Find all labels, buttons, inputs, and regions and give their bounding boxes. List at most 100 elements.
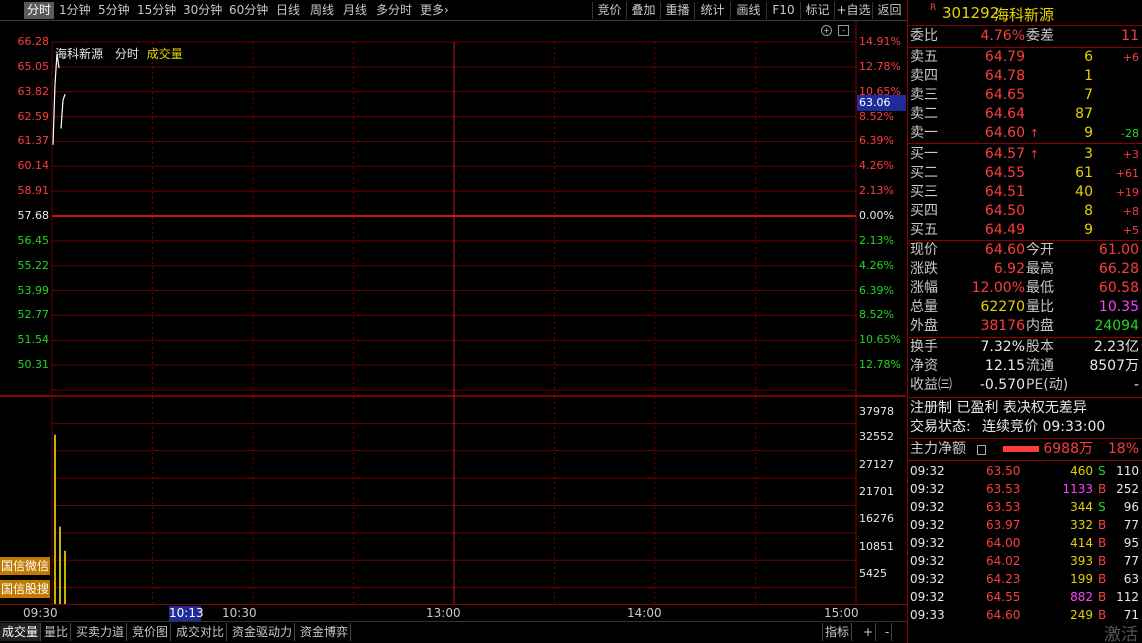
stat-label: 流通 — [1026, 358, 1054, 374]
mark-button[interactable]: 标记 — [800, 2, 834, 19]
tab-weekly[interactable]: 周线 — [310, 2, 334, 19]
stat-row[interactable]: 涨跌 6.92 最高 66.28 — [908, 260, 1142, 279]
auction-button[interactable]: 竞价 — [592, 2, 626, 19]
replay-button[interactable]: 重播 — [660, 2, 694, 19]
remove-indicator-button[interactable]: - — [883, 623, 893, 641]
tab-60min[interactable]: 60分钟 — [229, 2, 268, 19]
up-arrow-icon: ↑ — [1029, 127, 1039, 140]
stat-row[interactable]: 现价 64.60 今开 61.00 — [908, 241, 1142, 260]
activate-watermark: 激活 — [1104, 625, 1138, 643]
indicator-button[interactable]: 指标 — [822, 623, 853, 641]
trade-count: 110 — [1116, 464, 1139, 478]
tab-more-label: 更多 — [420, 3, 445, 17]
stat-row[interactable]: 涨幅 12.00% 最低 60.58 — [908, 279, 1142, 298]
back-button[interactable]: 返回 — [872, 2, 906, 19]
stat-row[interactable]: 总量 62270 量比 10.35 — [908, 298, 1142, 317]
tab-monthly[interactable]: 月线 — [343, 2, 367, 19]
stats-button[interactable]: 统计 — [694, 2, 730, 19]
volume-bars — [54, 434, 66, 604]
bid-level[interactable]: 买三 64.51 40 +19 — [908, 183, 1142, 202]
book-volume: 3 — [1084, 146, 1093, 162]
bid-level[interactable]: 买四 64.50 8 +8 — [908, 202, 1142, 221]
stat-value: 60.58 — [1098, 280, 1139, 296]
legend-mode: 分时 — [114, 47, 139, 61]
tick-trade-row[interactable]: 09:32 63.50 460 S 110 — [908, 462, 1142, 480]
tab-1min[interactable]: 1分钟 — [59, 2, 91, 19]
bid-level[interactable]: 买一 64.57 ↑ 3 +3 — [908, 145, 1142, 164]
draw-line-button[interactable]: 画线 — [730, 2, 766, 19]
tab-30min[interactable]: 30分钟 — [183, 2, 222, 19]
stat-row[interactable]: 换手 7.32% 股本 2.23亿 — [908, 338, 1142, 357]
price-line — [52, 53, 66, 145]
trade-time: 09:32 — [910, 518, 945, 532]
bid-level[interactable]: 买五 64.49 9 +5 — [908, 221, 1142, 240]
book-volume: 40 — [1075, 184, 1093, 200]
tab-buy-sell-force[interactable]: 买卖力道 — [74, 623, 128, 641]
trade-price: 63.97 — [986, 518, 1021, 532]
ask-level[interactable]: 卖二 64.64 87 — [908, 105, 1142, 124]
stat-value: 2.23亿 — [1093, 339, 1139, 355]
ask-level[interactable]: 卖一 64.60 ↑ 9 -28 — [908, 124, 1142, 143]
bid-level[interactable]: 买二 64.55 61 +61 — [908, 164, 1142, 183]
tick-trade-row[interactable]: 09:32 64.55 882 B 112 — [908, 588, 1142, 606]
tab-more[interactable]: 更多› — [420, 2, 449, 19]
order-ratio-row: 委比 4.76% 委差 11 — [908, 27, 1142, 46]
tab-15min[interactable]: 15分钟 — [137, 2, 176, 19]
time-label-1400: 14:00 — [627, 606, 662, 620]
ask-level[interactable]: 卖四 64.78 1 — [908, 67, 1142, 86]
overlay-button[interactable]: 叠加 — [626, 2, 660, 19]
stat-row[interactable]: 外盘 38176 内盘 24094 — [908, 317, 1142, 336]
tick-trade-row[interactable]: 09:32 64.23 199 B 63 — [908, 570, 1142, 588]
intraday-chart[interactable]: 海科新源 分时 成交量 + - 66.28 65.05 63.82 62.59 61.3… — [0, 21, 907, 604]
volume-tick: 32552 — [859, 430, 894, 444]
stat-row[interactable]: 净资 12.15 流通 8507万 — [908, 357, 1142, 376]
tick-trade-row[interactable]: 09:32 64.00 414 B 95 — [908, 534, 1142, 552]
add-watchlist-button[interactable]: +自选 — [834, 2, 872, 19]
book-level-label: 买五 — [910, 222, 938, 238]
tab-auction-chart[interactable]: 竞价图 — [130, 623, 172, 641]
tick-trade-row[interactable]: 09:32 63.53 1133 B 252 — [908, 480, 1142, 498]
tick-trade-row[interactable]: 09:32 64.02 393 B 77 — [908, 552, 1142, 570]
tick-trade-row[interactable]: 09:32 63.97 332 B 77 — [908, 516, 1142, 534]
ask-level[interactable]: 卖五 64.79 6 +6 — [908, 48, 1142, 67]
stat-label: 最低 — [1026, 280, 1054, 296]
price-tick: 53.99 — [17, 283, 50, 297]
book-volume: 87 — [1075, 106, 1093, 122]
divider — [908, 438, 1142, 439]
stat-value: -0.570 — [979, 377, 1025, 393]
trade-volume: 1133 — [1062, 482, 1093, 496]
ask-level[interactable]: 卖三 64.65 7 — [908, 86, 1142, 105]
percent-tick: 12.78% — [859, 358, 901, 372]
f10-button[interactable]: F10 — [766, 2, 800, 19]
guoxin-wechat-button[interactable]: 国信微信 — [0, 557, 50, 575]
stat-row[interactable]: 收益㈢ -0.570 PE(动) - — [908, 376, 1142, 395]
book-price: 64.50 — [984, 203, 1025, 219]
guoxin-search-button[interactable]: 国信股搜 — [0, 580, 50, 598]
stat-label: 今开 — [1026, 242, 1054, 258]
tab-volume-ratio[interactable]: 量比 — [42, 623, 72, 641]
tab-fund-game[interactable]: 资金博弈 — [298, 623, 352, 641]
stat-value: 12.15 — [984, 358, 1025, 374]
book-level-label: 卖三 — [910, 87, 938, 103]
tab-fenshi[interactable]: 分时 — [24, 2, 55, 19]
collapse-icon[interactable]: - — [838, 25, 849, 36]
tab-daily[interactable]: 日线 — [276, 2, 300, 19]
trade-side: B — [1098, 536, 1107, 550]
stat-value: 66.28 — [1098, 261, 1139, 277]
add-indicator-button[interactable]: + — [861, 623, 877, 641]
tick-trade-row[interactable]: 09:32 63.53 344 S 96 — [908, 498, 1142, 516]
tab-trade-compare[interactable]: 成交对比 — [174, 623, 228, 641]
tab-5min[interactable]: 5分钟 — [98, 2, 130, 19]
book-price: 64.55 — [984, 165, 1025, 181]
tab-multi-day[interactable]: 多分时 — [376, 2, 412, 19]
stat-value: 61.00 — [1098, 242, 1139, 258]
weicha-value: 11 — [1121, 28, 1139, 44]
indicator-tabs: 成交量 量比 买卖力道 竞价图 成交对比 资金驱动力 资金博弈 指标 + - — [0, 621, 907, 643]
expand-icon[interactable]: + — [821, 25, 832, 36]
stat-label: PE(动) — [1026, 377, 1069, 393]
tab-volume[interactable]: 成交量 — [0, 623, 42, 641]
tab-fund-drive[interactable]: 资金驱动力 — [230, 623, 296, 641]
table-icon[interactable] — [977, 445, 986, 455]
trade-side: B — [1098, 554, 1107, 568]
book-change: +19 — [1115, 186, 1139, 199]
